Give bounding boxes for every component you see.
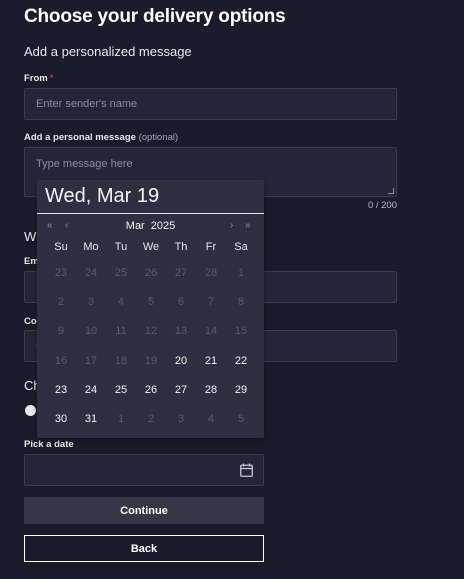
section-subtitle: Add a personalized message — [24, 44, 192, 59]
calendar-day[interactable]: 30 — [46, 412, 76, 426]
calendar-day: 23 — [54, 267, 68, 279]
message-char-counter: 0 / 200 — [367, 200, 397, 211]
calendar-day: 5 — [237, 413, 245, 425]
weekday-header: Mo — [83, 241, 99, 253]
calendar-day: 12 — [144, 325, 158, 337]
calendar-day[interactable]: 23 — [46, 383, 76, 397]
calendar-day: 1 — [237, 267, 245, 279]
calendar-day[interactable]: 31 — [76, 412, 106, 426]
calendar-day: 13 — [174, 325, 188, 337]
calendar-day[interactable]: 28 — [196, 383, 226, 397]
resize-handle-icon[interactable] — [388, 188, 394, 194]
calendar-day: 1 — [117, 413, 125, 425]
weekday-header: We — [142, 241, 160, 253]
weekday-header: Th — [174, 241, 188, 253]
month-label[interactable]: Mar — [126, 220, 145, 232]
calendar-day: 3 — [177, 413, 185, 425]
calendar-day: 25 — [114, 267, 128, 279]
calendar-day: 14 — [204, 325, 218, 337]
message-label: Add a personal message (optional) — [24, 132, 178, 143]
weekday-header: Su — [54, 241, 68, 253]
calendar-day: 7 — [207, 296, 215, 308]
calendar-day: 3 — [87, 296, 95, 308]
calendar-day: 15 — [234, 325, 248, 337]
calendar-day: 4 — [117, 296, 125, 308]
date-input[interactable] — [24, 454, 264, 486]
partial-section-heading: W — [24, 229, 37, 244]
continue-button[interactable]: Continue — [24, 497, 264, 524]
next-month-icon[interactable]: › — [230, 220, 233, 232]
weekday-header: Sa — [234, 241, 248, 253]
calendar-icon[interactable] — [240, 463, 253, 477]
calendar-day[interactable]: 25 — [106, 383, 136, 397]
calendar-day: 8 — [237, 296, 245, 308]
back-button[interactable]: Back — [24, 535, 264, 562]
pick-date-label: Pick a date — [24, 439, 74, 450]
calendar-day: 26 — [144, 267, 158, 279]
message-label-text: Add a personal message — [24, 132, 136, 143]
calendar-day: 5 — [147, 296, 155, 308]
calendar-day[interactable]: 26 — [136, 383, 166, 397]
message-optional: (optional) — [138, 132, 179, 143]
calendar-day: 2 — [147, 413, 155, 425]
from-label-text: From — [24, 73, 48, 84]
radio-icon[interactable] — [25, 405, 36, 416]
weekday-header: Tu — [114, 241, 128, 253]
calendar-day: 27 — [174, 267, 188, 279]
required-mark: * — [49, 73, 54, 84]
calendar-day: 18 — [114, 355, 128, 367]
calendar-day: 2 — [57, 296, 65, 308]
date-picker-popup: Wed, Mar 19 « ‹ Mar 2025 › » Su Mo Tu We Th Fr… — [37, 180, 264, 438]
calendar-day: 4 — [207, 413, 215, 425]
confirm-email-label: Co — [24, 316, 37, 327]
date-picker-header: Wed, Mar 19 — [37, 180, 264, 214]
calendar-day[interactable]: 27 — [166, 383, 196, 397]
year-label[interactable]: 2025 — [151, 220, 175, 232]
calendar-day: 24 — [84, 267, 98, 279]
calendar-day: 6 — [177, 296, 185, 308]
calendar-day: 17 — [84, 355, 98, 367]
calendar-day: 28 — [204, 267, 218, 279]
calendar-day[interactable]: 22 — [226, 354, 256, 368]
calendar-day[interactable]: 29 — [226, 383, 256, 397]
calendar-day: 19 — [144, 355, 158, 367]
calendar-day: 10 — [84, 325, 98, 337]
weekday-header: Fr — [205, 241, 217, 253]
message-placeholder: Type message here — [36, 158, 133, 170]
calendar-day: 11 — [115, 325, 127, 337]
calendar-day: 9 — [57, 325, 65, 337]
sender-name-input[interactable]: Enter sender's name — [24, 88, 397, 120]
delivery-options-page: Choose your delivery options Add a perso… — [0, 0, 464, 579]
calendar-day[interactable]: 20 — [166, 354, 196, 368]
next-year-icon[interactable]: » — [245, 220, 251, 232]
sender-name-placeholder: Enter sender's name — [36, 98, 138, 110]
calendar-day[interactable]: 24 — [76, 383, 106, 397]
page-title: Choose your delivery options — [24, 6, 286, 27]
from-label: From * — [24, 73, 53, 84]
calendar-day: 16 — [54, 355, 68, 367]
calendar-day[interactable]: 21 — [196, 354, 226, 368]
selected-date-display: Wed, Mar 19 — [45, 185, 160, 207]
